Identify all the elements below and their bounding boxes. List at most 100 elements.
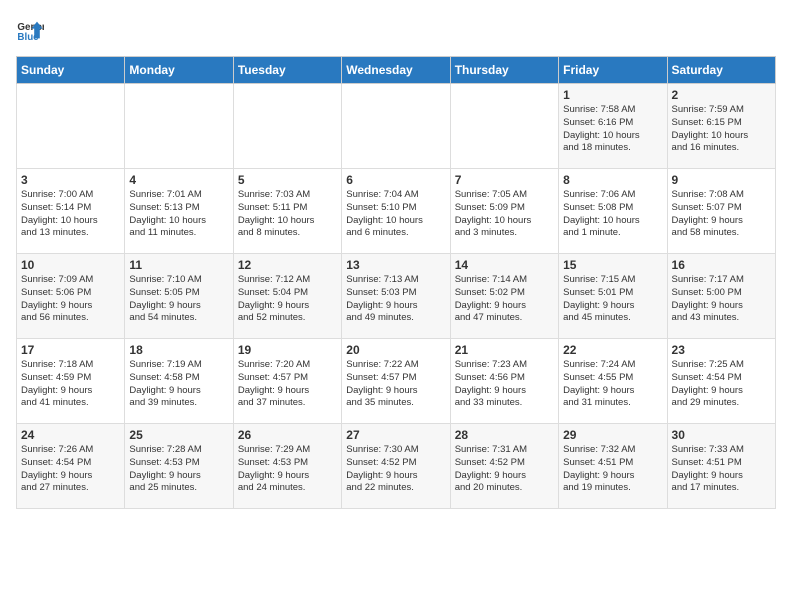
day-number: 3 — [21, 173, 120, 187]
calendar-cell — [450, 84, 558, 169]
day-number: 12 — [238, 258, 337, 272]
week-row-5: 24 Sunrise: 7:26 AM Sunset: 4:54 PM Dayli… — [17, 424, 776, 509]
day-info: Sunrise: 7:19 AM Sunset: 4:58 PM Dayligh… — [129, 359, 228, 410]
calendar-cell: 4 Sunrise: 7:01 AM Sunset: 5:13 PM Daylig… — [125, 169, 233, 254]
day-number: 29 — [563, 428, 662, 442]
weekday-header-wednesday: Wednesday — [342, 57, 450, 84]
calendar-cell: 13 Sunrise: 7:13 AM Sunset: 5:03 PM Dayli… — [342, 254, 450, 339]
day-number: 8 — [563, 173, 662, 187]
logo-icon: General Blue — [16, 16, 44, 44]
weekday-header-sunday: Sunday — [17, 57, 125, 84]
calendar-cell: 14 Sunrise: 7:14 AM Sunset: 5:02 PM Dayli… — [450, 254, 558, 339]
page-header: General Blue — [16, 16, 776, 44]
day-info: Sunrise: 7:59 AM Sunset: 6:15 PM Dayligh… — [672, 104, 771, 155]
day-info: Sunrise: 7:06 AM Sunset: 5:08 PM Dayligh… — [563, 189, 662, 240]
day-number: 2 — [672, 88, 771, 102]
day-info: Sunrise: 7:05 AM Sunset: 5:09 PM Dayligh… — [455, 189, 554, 240]
calendar-cell: 17 Sunrise: 7:18 AM Sunset: 4:59 PM Dayli… — [17, 339, 125, 424]
day-info: Sunrise: 7:24 AM Sunset: 4:55 PM Dayligh… — [563, 359, 662, 410]
day-info: Sunrise: 7:22 AM Sunset: 4:57 PM Dayligh… — [346, 359, 445, 410]
day-number: 19 — [238, 343, 337, 357]
day-info: Sunrise: 7:28 AM Sunset: 4:53 PM Dayligh… — [129, 444, 228, 495]
calendar-cell: 12 Sunrise: 7:12 AM Sunset: 5:04 PM Dayli… — [233, 254, 341, 339]
day-number: 9 — [672, 173, 771, 187]
logo: General Blue — [16, 16, 44, 44]
week-row-1: 1 Sunrise: 7:58 AM Sunset: 6:16 PM Daylig… — [17, 84, 776, 169]
calendar-cell: 28 Sunrise: 7:31 AM Sunset: 4:52 PM Dayli… — [450, 424, 558, 509]
calendar-cell: 16Sunrise: 7:17 AM Sunset: 5:00 PM Dayli… — [667, 254, 775, 339]
calendar-cell: 7 Sunrise: 7:05 AM Sunset: 5:09 PM Daylig… — [450, 169, 558, 254]
day-info: Sunrise: 7:18 AM Sunset: 4:59 PM Dayligh… — [21, 359, 120, 410]
day-number: 17 — [21, 343, 120, 357]
day-number: 11 — [129, 258, 228, 272]
day-number: 30 — [672, 428, 771, 442]
week-row-3: 10Sunrise: 7:09 AM Sunset: 5:06 PM Dayli… — [17, 254, 776, 339]
day-info: Sunrise: 7:04 AM Sunset: 5:10 PM Dayligh… — [346, 189, 445, 240]
day-number: 15 — [563, 258, 662, 272]
calendar-cell: 22 Sunrise: 7:24 AM Sunset: 4:55 PM Dayli… — [559, 339, 667, 424]
calendar-cell: 29 Sunrise: 7:32 AM Sunset: 4:51 PM Dayli… — [559, 424, 667, 509]
day-info: Sunrise: 7:08 AM Sunset: 5:07 PM Dayligh… — [672, 189, 771, 240]
day-number: 24 — [21, 428, 120, 442]
calendar-cell: 30 Sunrise: 7:33 AM Sunset: 4:51 PM Dayli… — [667, 424, 775, 509]
day-number: 28 — [455, 428, 554, 442]
day-number: 14 — [455, 258, 554, 272]
week-row-2: 3 Sunrise: 7:00 AM Sunset: 5:14 PM Daylig… — [17, 169, 776, 254]
calendar-cell: 1 Sunrise: 7:58 AM Sunset: 6:16 PM Daylig… — [559, 84, 667, 169]
calendar-cell: 8 Sunrise: 7:06 AM Sunset: 5:08 PM Daylig… — [559, 169, 667, 254]
day-number: 16 — [672, 258, 771, 272]
weekday-header-tuesday: Tuesday — [233, 57, 341, 84]
day-info: Sunrise: 7:01 AM Sunset: 5:13 PM Dayligh… — [129, 189, 228, 240]
day-number: 21 — [455, 343, 554, 357]
day-info: Sunrise: 7:29 AM Sunset: 4:53 PM Dayligh… — [238, 444, 337, 495]
day-info: Sunrise: 7:12 AM Sunset: 5:04 PM Dayligh… — [238, 274, 337, 325]
day-info: Sunrise: 7:30 AM Sunset: 4:52 PM Dayligh… — [346, 444, 445, 495]
day-number: 1 — [563, 88, 662, 102]
weekday-header-saturday: Saturday — [667, 57, 775, 84]
day-number: 20 — [346, 343, 445, 357]
calendar-cell: 6 Sunrise: 7:04 AM Sunset: 5:10 PM Daylig… — [342, 169, 450, 254]
day-info: Sunrise: 7:26 AM Sunset: 4:54 PM Dayligh… — [21, 444, 120, 495]
weekday-header-row: SundayMondayTuesdayWednesdayThursdayFrid… — [17, 57, 776, 84]
day-info: Sunrise: 7:10 AM Sunset: 5:05 PM Dayligh… — [129, 274, 228, 325]
day-info: Sunrise: 7:00 AM Sunset: 5:14 PM Dayligh… — [21, 189, 120, 240]
day-number: 26 — [238, 428, 337, 442]
day-info: Sunrise: 7:33 AM Sunset: 4:51 PM Dayligh… — [672, 444, 771, 495]
calendar-cell: 20 Sunrise: 7:22 AM Sunset: 4:57 PM Dayli… — [342, 339, 450, 424]
day-info: Sunrise: 7:14 AM Sunset: 5:02 PM Dayligh… — [455, 274, 554, 325]
calendar-cell: 5Sunrise: 7:03 AM Sunset: 5:11 PM Daylig… — [233, 169, 341, 254]
day-number: 22 — [563, 343, 662, 357]
calendar-cell: 2 Sunrise: 7:59 AM Sunset: 6:15 PM Daylig… — [667, 84, 775, 169]
day-number: 23 — [672, 343, 771, 357]
calendar-table: SundayMondayTuesdayWednesdayThursdayFrid… — [16, 56, 776, 509]
calendar-cell: 27 Sunrise: 7:30 AM Sunset: 4:52 PM Dayli… — [342, 424, 450, 509]
day-number: 27 — [346, 428, 445, 442]
calendar-cell: 18 Sunrise: 7:19 AM Sunset: 4:58 PM Dayli… — [125, 339, 233, 424]
calendar-cell: 19 Sunrise: 7:20 AM Sunset: 4:57 PM Dayli… — [233, 339, 341, 424]
calendar-cell: 26 Sunrise: 7:29 AM Sunset: 4:53 PM Dayli… — [233, 424, 341, 509]
day-info: Sunrise: 7:58 AM Sunset: 6:16 PM Dayligh… — [563, 104, 662, 155]
day-number: 4 — [129, 173, 228, 187]
weekday-header-monday: Monday — [125, 57, 233, 84]
day-info: Sunrise: 7:20 AM Sunset: 4:57 PM Dayligh… — [238, 359, 337, 410]
day-info: Sunrise: 7:31 AM Sunset: 4:52 PM Dayligh… — [455, 444, 554, 495]
day-info: Sunrise: 7:13 AM Sunset: 5:03 PM Dayligh… — [346, 274, 445, 325]
day-number: 18 — [129, 343, 228, 357]
day-info: Sunrise: 7:32 AM Sunset: 4:51 PM Dayligh… — [563, 444, 662, 495]
calendar-cell — [342, 84, 450, 169]
day-number: 13 — [346, 258, 445, 272]
day-info: Sunrise: 7:15 AM Sunset: 5:01 PM Dayligh… — [563, 274, 662, 325]
day-number: 6 — [346, 173, 445, 187]
day-info: Sunrise: 7:09 AM Sunset: 5:06 PM Dayligh… — [21, 274, 120, 325]
calendar-cell: 24 Sunrise: 7:26 AM Sunset: 4:54 PM Dayli… — [17, 424, 125, 509]
weekday-header-thursday: Thursday — [450, 57, 558, 84]
calendar-cell — [233, 84, 341, 169]
day-info: Sunrise: 7:03 AM Sunset: 5:11 PM Dayligh… — [238, 189, 337, 240]
calendar-cell: 11 Sunrise: 7:10 AM Sunset: 5:05 PM Dayli… — [125, 254, 233, 339]
calendar-cell: 10Sunrise: 7:09 AM Sunset: 5:06 PM Dayli… — [17, 254, 125, 339]
calendar-cell: 3 Sunrise: 7:00 AM Sunset: 5:14 PM Daylig… — [17, 169, 125, 254]
calendar-cell — [17, 84, 125, 169]
day-info: Sunrise: 7:23 AM Sunset: 4:56 PM Dayligh… — [455, 359, 554, 410]
day-info: Sunrise: 7:25 AM Sunset: 4:54 PM Dayligh… — [672, 359, 771, 410]
day-number: 7 — [455, 173, 554, 187]
